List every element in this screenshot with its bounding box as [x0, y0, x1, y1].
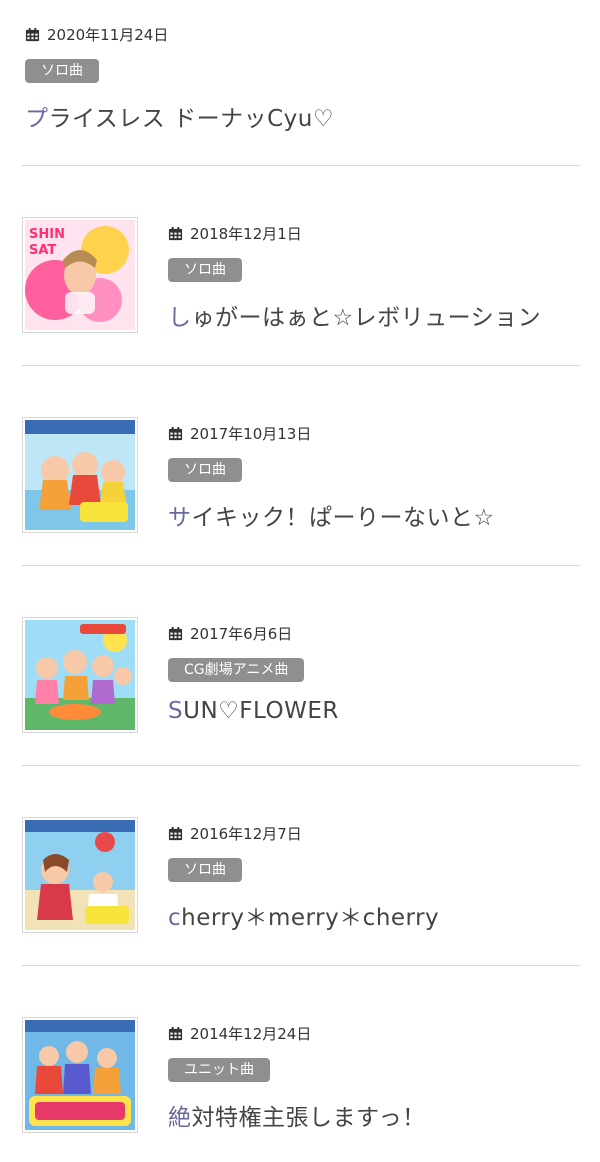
calendar-icon [25, 27, 40, 41]
jacket-image [25, 620, 135, 730]
title-rest: herry＊merry＊cherry [181, 905, 440, 931]
post-date: 2020年11月24日 [47, 25, 169, 44]
title-first-char: c [168, 905, 182, 931]
calendar-icon [168, 626, 183, 640]
calendar-icon [168, 426, 183, 440]
post-date: 2016年12月7日 [190, 824, 302, 843]
jacket-image [25, 820, 135, 930]
category-badge[interactable]: CG劇場アニメ曲 [168, 658, 305, 682]
post-date: 2014年12月24日 [190, 1024, 312, 1043]
song-title[interactable]: 絶対特権主張しますっ！ [168, 1098, 426, 1132]
category-badge[interactable]: ソロ曲 [25, 59, 99, 83]
jacket-thumbnail[interactable] [22, 817, 138, 933]
title-rest: ゅがーはぁと☆レボリューション [191, 305, 542, 331]
title-rest: UN♡FLOWER [183, 698, 339, 724]
svg-text:SAT: SAT [29, 243, 56, 258]
jacket-thumbnail[interactable] [22, 417, 138, 533]
post-date: 2017年6月6日 [190, 624, 293, 643]
jacket-thumbnail[interactable] [22, 1017, 138, 1133]
list-item[interactable]: 2017年6月6日 CG劇場アニメ曲 SUN♡FLOWER [0, 566, 600, 766]
title-first-char: し [168, 305, 192, 331]
title-first-char: プ [25, 106, 49, 132]
category-badge[interactable]: ソロ曲 [168, 458, 242, 482]
calendar-icon [168, 826, 183, 840]
song-title[interactable]: cherry＊merry＊cherry [168, 898, 439, 932]
title-rest: 対特権主張しますっ！ [191, 1105, 426, 1131]
song-title[interactable]: SUN♡FLOWER [168, 698, 339, 724]
date-row: 2016年12月7日 [168, 822, 439, 844]
jacket-image: SHIN SAT [25, 220, 135, 330]
song-title[interactable]: サイキック！ぱーりーないと☆ [168, 498, 495, 532]
jacket-image [25, 1020, 135, 1130]
category-badge[interactable]: ユニット曲 [168, 1058, 270, 1082]
date-row: 2020年11月24日 [25, 23, 334, 45]
title-rest: イキック！ぱーりーないと☆ [191, 505, 495, 531]
list-item[interactable]: SHIN SAT 2018年12月1日 ソロ曲 しゅがーはぁと☆レボリューション [0, 166, 600, 366]
category-badge[interactable]: ソロ曲 [168, 258, 242, 282]
post-date: 2018年12月1日 [190, 224, 302, 243]
category-badge[interactable]: ソロ曲 [168, 858, 242, 882]
jacket-thumbnail[interactable]: SHIN SAT [22, 217, 138, 333]
list-item[interactable]: 2014年12月24日 ユニット曲 絶対特権主張しますっ！ [0, 966, 600, 1162]
date-row: 2018年12月1日 [168, 222, 541, 244]
list-item[interactable]: 2020年11月24日 ソロ曲 プライスレス ドーナッCyu♡ [0, 0, 600, 166]
calendar-icon [168, 1026, 183, 1040]
list-item[interactable]: 2016年12月7日 ソロ曲 cherry＊merry＊cherry [0, 766, 600, 966]
calendar-icon [168, 226, 183, 240]
song-title[interactable]: しゅがーはぁと☆レボリューション [168, 298, 541, 332]
title-first-char: サ [168, 505, 192, 531]
date-row: 2014年12月24日 [168, 1022, 426, 1044]
date-row: 2017年10月13日 [168, 422, 495, 444]
date-row: 2017年6月6日 [168, 622, 339, 644]
post-date: 2017年10月13日 [190, 424, 312, 443]
list-item[interactable]: 2017年10月13日 ソロ曲 サイキック！ぱーりーないと☆ [0, 366, 600, 566]
jacket-thumbnail[interactable] [22, 617, 138, 733]
song-title[interactable]: プライスレス ドーナッCyu♡ [25, 99, 334, 133]
svg-text:SHIN: SHIN [29, 227, 65, 242]
title-rest: ライスレス ドーナッCyu♡ [48, 106, 334, 132]
title-first-char: S [168, 698, 184, 724]
title-first-char: 絶 [168, 1105, 192, 1131]
jacket-image [25, 420, 135, 530]
